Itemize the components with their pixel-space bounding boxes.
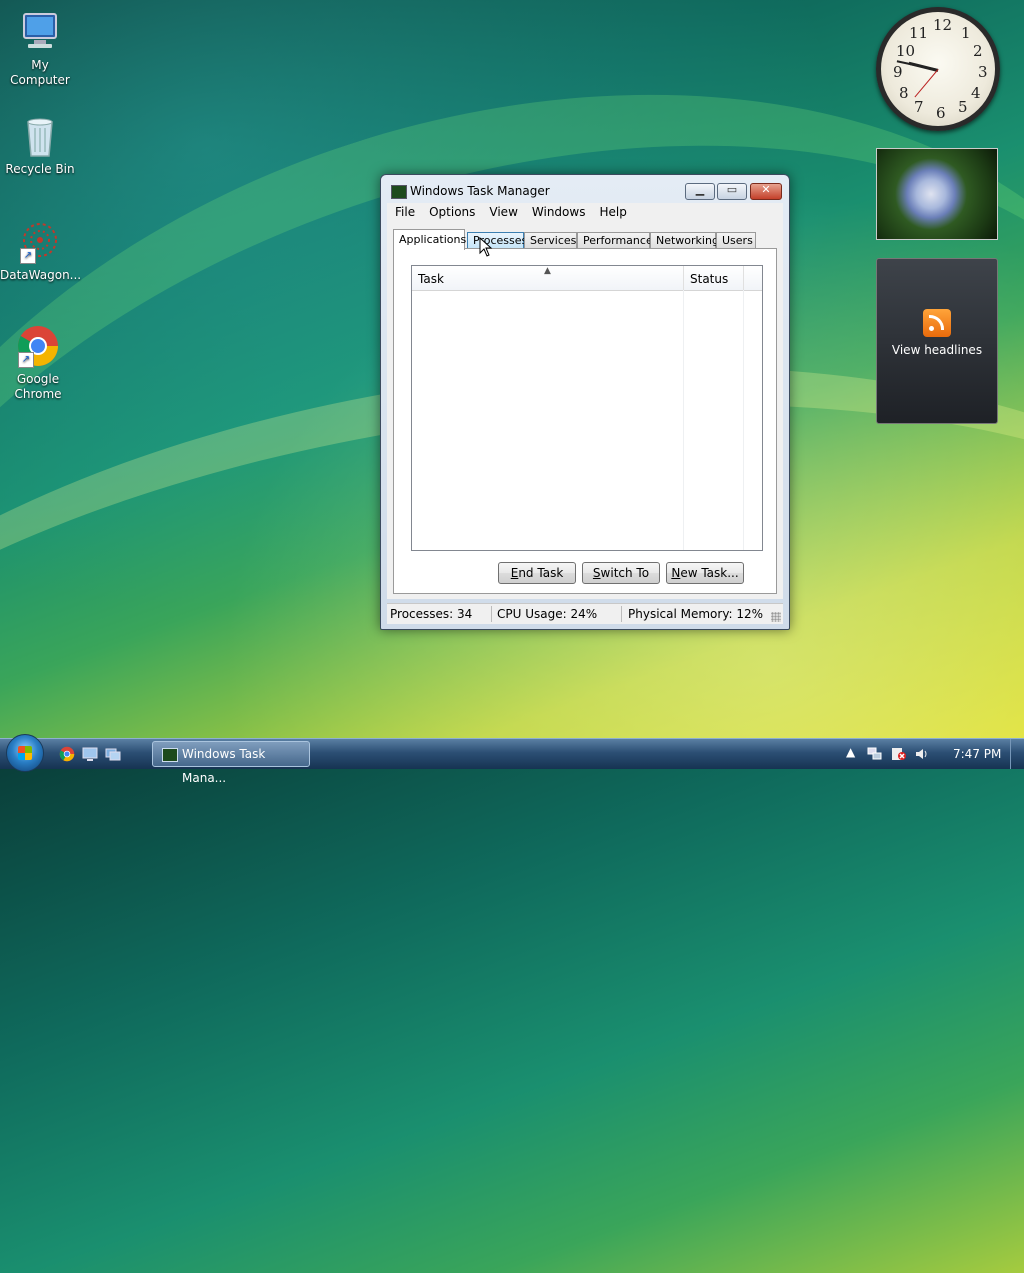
maximize-button[interactable]: ▭	[717, 183, 747, 200]
recycle-bin-icon	[18, 114, 62, 158]
mnemonic: S	[592, 566, 601, 580]
clock-gadget[interactable]: 12 1 2 3 4 5 6 7 8 9 10 11	[876, 7, 1000, 131]
security-alert-icon[interactable]	[891, 747, 906, 761]
feed-headlines-gadget[interactable]: View headlines	[876, 258, 998, 424]
quicklaunch-chrome[interactable]	[59, 746, 75, 762]
clock-numeral: 4	[971, 84, 981, 102]
task-list[interactable]: ▲ Task Status	[411, 265, 763, 551]
clock-minute-hand	[896, 60, 939, 71]
clock-numeral: 6	[936, 104, 946, 122]
chrome-icon	[59, 746, 75, 762]
switch-windows-icon	[105, 748, 121, 761]
clock-numeral: 2	[973, 42, 983, 60]
column-header-status[interactable]: Status	[684, 266, 744, 290]
maximize-icon: ▭	[726, 183, 738, 196]
taskbar-button-label: Windows Task Mana...	[182, 747, 266, 785]
status-memory: Physical Memory: 12%	[628, 607, 764, 621]
clock-numeral: 12	[933, 16, 953, 34]
tab-services[interactable]: Services	[524, 232, 577, 249]
chrome-icon: ↗	[16, 324, 60, 368]
tab-applications[interactable]: Applications	[393, 229, 466, 250]
column-divider	[683, 290, 684, 550]
column-label: Task	[418, 272, 444, 286]
clock-numeral: 5	[958, 98, 968, 116]
clock-numeral: 11	[909, 24, 929, 42]
taskbar-clock[interactable]: 7:47 PM	[953, 747, 1001, 761]
network-icon[interactable]	[867, 747, 882, 761]
desktop-icon	[82, 747, 98, 761]
window-title: Windows Task Manager	[410, 184, 550, 198]
task-manager-icon	[162, 748, 178, 762]
end-task-button[interactable]: End Task	[498, 562, 576, 584]
datawagon-icon: ↗	[18, 220, 62, 264]
desktop-icon-label: My Computer	[10, 58, 70, 87]
quicklaunch-switch-windows[interactable]	[105, 746, 121, 762]
clock-numeral: 1	[961, 24, 971, 42]
desktop-icon-my-computer[interactable]: My Computer	[0, 10, 80, 88]
task-list-header: ▲ Task Status	[412, 266, 762, 291]
slideshow-gadget[interactable]	[876, 148, 998, 240]
taskbar-button-task-manager[interactable]: Windows Task Mana...	[152, 741, 310, 785]
column-label: Status	[690, 272, 729, 286]
menu-bar: File Options View Windows Help	[387, 203, 783, 224]
status-cpu: CPU Usage: 24%	[497, 607, 598, 621]
new-task-button[interactable]: New Task...	[666, 562, 744, 584]
menu-windows[interactable]: Windows	[524, 203, 592, 219]
menu-view[interactable]: View	[481, 203, 523, 219]
switch-to-button[interactable]: Switch To	[582, 562, 660, 584]
minimize-button[interactable]: ▁	[685, 183, 715, 200]
button-label: nd Task	[518, 566, 564, 580]
status-processes: Processes: 34	[390, 607, 473, 621]
status-divider	[621, 606, 622, 622]
desktop-icon-datawagon[interactable]: ↗ DataWagon...	[0, 220, 82, 283]
volume-icon[interactable]	[914, 747, 928, 761]
menu-options[interactable]: Options	[421, 203, 481, 219]
show-desktop-button[interactable]	[1010, 739, 1024, 769]
desktop-icon-label: DataWagon...	[0, 268, 82, 282]
desktop-icon-label: Recycle Bin	[5, 162, 75, 176]
minimize-icon: ▁	[695, 183, 705, 196]
task-manager-icon	[391, 185, 407, 199]
menu-help[interactable]: Help	[591, 203, 632, 219]
clock-numeral: 10	[896, 42, 916, 60]
shortcut-arrow-icon: ↗	[18, 352, 34, 368]
sort-arrow-icon: ▲	[544, 266, 551, 276]
clock-numeral: 9	[893, 63, 903, 81]
tab-networking[interactable]: Networking	[650, 232, 719, 249]
applications-panel: ▲ Task Status End Task Switch To New Tas…	[393, 248, 777, 594]
desktop-icon-google-chrome[interactable]: ↗ Google Chrome	[0, 324, 76, 402]
button-label: ew Task...	[680, 566, 739, 580]
task-manager-window[interactable]: Windows Task Manager ▁ ▭ ✕ File Options Vi…	[380, 174, 790, 630]
tab-processes[interactable]: Processes	[467, 232, 527, 249]
status-bar: Processes: 34 CPU Usage: 24% Physical Me…	[387, 603, 783, 624]
button-label: witch To	[600, 566, 650, 580]
feed-label: View headlines	[891, 343, 983, 357]
desktop-icon-label: Google Chrome	[14, 372, 62, 401]
status-divider	[491, 606, 492, 622]
clock-numeral: 8	[899, 84, 909, 102]
quicklaunch-show-desktop[interactable]	[82, 746, 98, 762]
mnemonic: N	[671, 566, 681, 580]
show-hidden-icons-arrow[interactable]: ▲	[846, 745, 855, 759]
rss-icon	[923, 309, 951, 337]
taskbar: Windows Task Mana... ▲ 7:47 PM	[0, 734, 1024, 785]
column-divider	[743, 290, 744, 550]
client-area: Applications Processes Services Performa…	[387, 223, 783, 599]
column-header-task[interactable]: ▲ Task	[412, 266, 684, 290]
menu-file[interactable]: File	[387, 203, 421, 219]
computer-icon	[18, 10, 62, 54]
clock-numeral: 3	[978, 63, 988, 81]
start-button[interactable]	[6, 734, 44, 772]
shortcut-arrow-icon: ↗	[20, 248, 36, 264]
tab-performance[interactable]: Performance	[577, 232, 653, 249]
resize-grip[interactable]	[771, 612, 781, 622]
desktop-icon-recycle-bin[interactable]: Recycle Bin	[0, 114, 80, 177]
close-button[interactable]: ✕	[750, 183, 782, 200]
tab-users[interactable]: Users	[716, 232, 756, 249]
close-icon: ✕	[761, 183, 771, 196]
clock-second-hand	[914, 69, 939, 98]
clock-numeral: 7	[914, 98, 924, 116]
